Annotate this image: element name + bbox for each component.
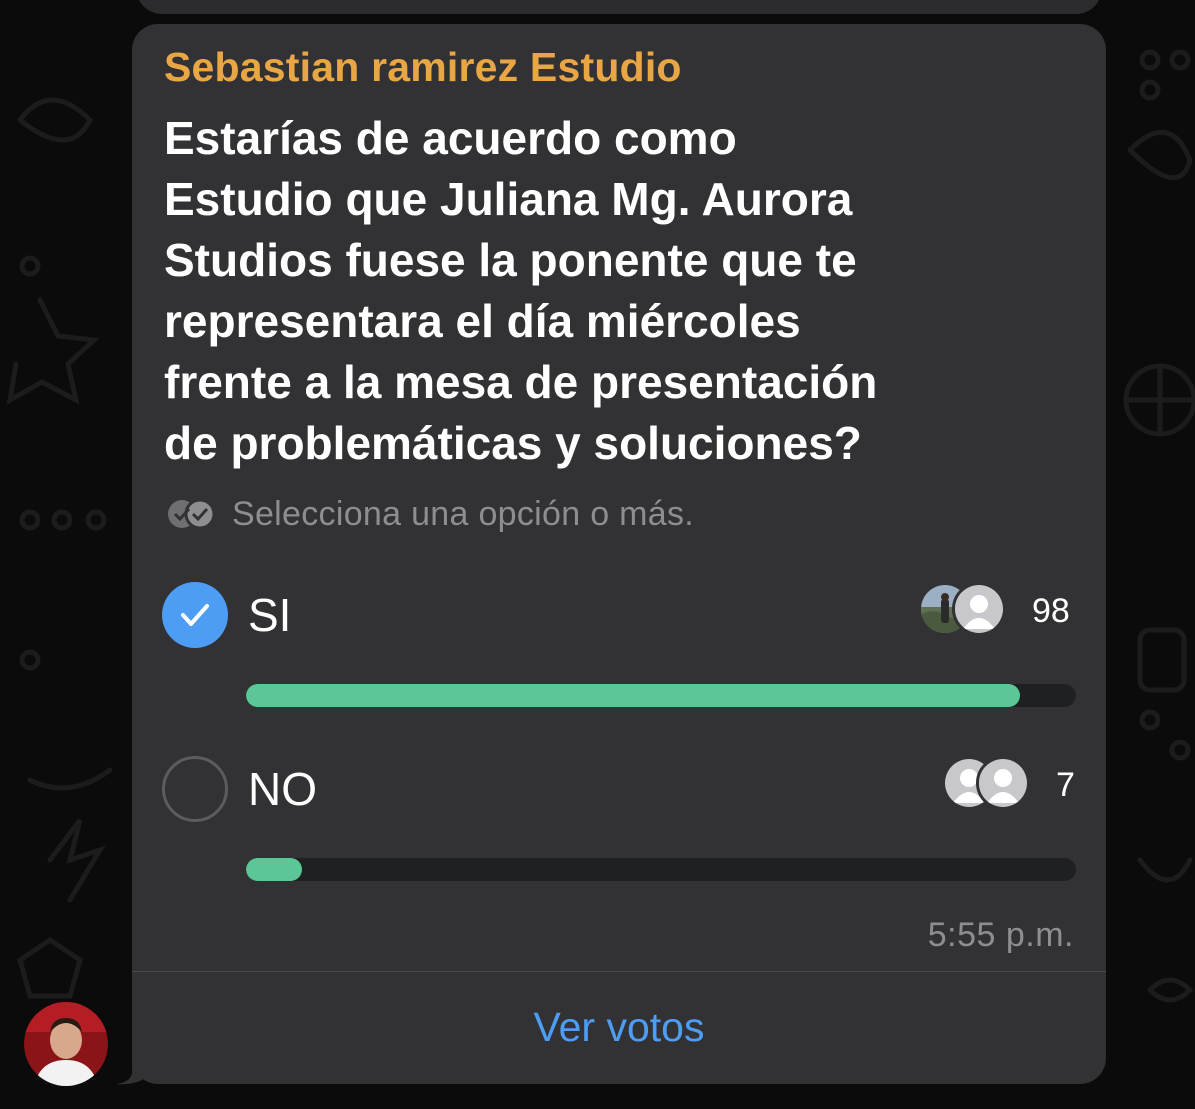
- option-progress-fill: [246, 858, 302, 881]
- double-check-icon: [164, 494, 220, 534]
- sender-avatar[interactable]: [24, 1002, 108, 1086]
- poll-message-bubble[interactable]: Sebastian ramirez Estudio Estarías de ac…: [132, 24, 1106, 1084]
- sender-name[interactable]: Sebastian ramirez Estudio: [164, 44, 682, 91]
- option-label: SI: [248, 589, 292, 641]
- option-voter-avatars[interactable]: [942, 756, 1030, 810]
- option-vote-count: 7: [1056, 766, 1075, 804]
- option-progress-bar: [246, 684, 1076, 707]
- divider: [132, 971, 1106, 972]
- message-timestamp: 5:55 p.m.: [927, 916, 1074, 954]
- poll-question: Estarías de acuerdo como Estudio que Jul…: [164, 112, 878, 469]
- option-selected-checkbox[interactable]: [162, 582, 228, 648]
- check-icon: [181, 604, 209, 626]
- option-label: NO: [248, 763, 317, 815]
- option-vote-count: 98: [1032, 592, 1070, 630]
- option-voter-avatars[interactable]: [918, 582, 1006, 636]
- person-icon: [976, 756, 1030, 810]
- option-progress-bar: [246, 858, 1076, 881]
- option-progress-fill: [246, 684, 1021, 707]
- person-icon: [952, 582, 1006, 636]
- view-votes-button[interactable]: Ver votos: [132, 1004, 1106, 1051]
- previous-message-bubble: [136, 0, 1102, 14]
- poll-hint: Selecciona una opción o más.: [164, 494, 694, 534]
- poll-hint-text: Selecciona una opción o más.: [232, 494, 695, 533]
- option-unselected-checkbox[interactable]: [162, 756, 228, 822]
